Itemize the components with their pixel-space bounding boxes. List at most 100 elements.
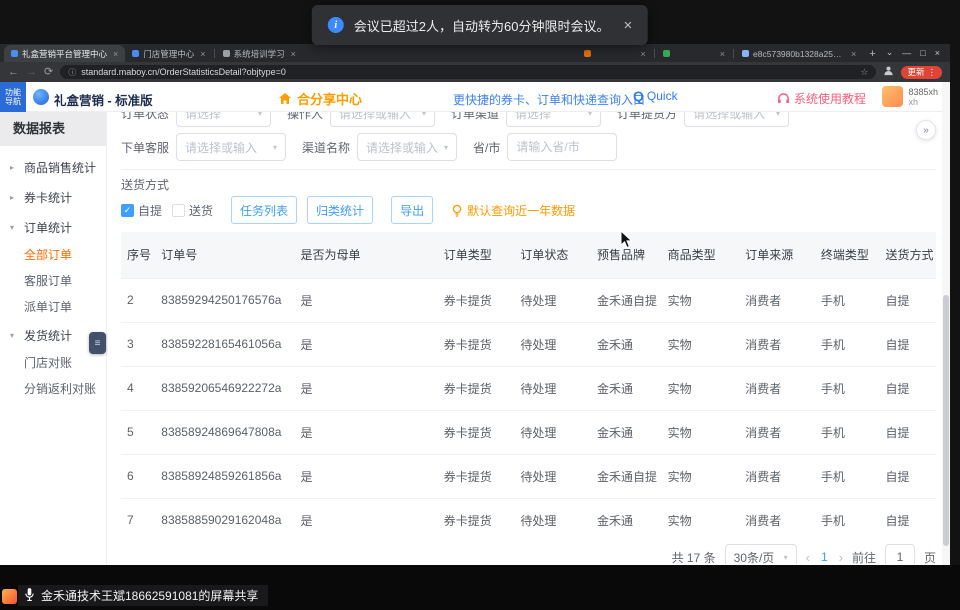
sidebar-item-product-sales[interactable]: ▸ 商品销售统计 <box>0 152 106 182</box>
self-pickup-option[interactable]: ✓ 自提 <box>121 202 162 219</box>
cell-brand: 金禾通 <box>591 498 662 528</box>
sidebar-item-rebate-reconcile[interactable]: 分销返利对账 <box>0 376 106 402</box>
cell-product_type[interactable]: 实物 <box>662 278 740 322</box>
cell-terminal: 手机 <box>815 454 880 498</box>
browser-tab[interactable]: 门店管理中心 × <box>125 45 212 62</box>
export-button[interactable]: 导出 <box>391 196 433 224</box>
sidebar-collapse-handle[interactable]: ≡ <box>89 332 106 354</box>
channel-name-select[interactable]: 请选择或输入 ▾ <box>357 133 457 161</box>
browser-tab[interactable]: 系统培训学习 × <box>216 45 303 62</box>
back-icon[interactable]: ← <box>8 67 19 78</box>
browser-tab[interactable]: × <box>656 45 732 62</box>
cell-order_no: 83859294250176576a <box>155 278 294 322</box>
current-page[interactable]: 1 <box>819 550 830 564</box>
filter-label: 订单渠道 <box>451 112 499 122</box>
cell-product_type[interactable]: 实物 <box>662 322 740 366</box>
table-row: 283859294250176576a是券卡提货待处理金禾通自提实物消费者手机自… <box>121 278 936 322</box>
profile-icon[interactable] <box>883 63 894 81</box>
order-pickup-select[interactable]: 请选择或输入 ▾ <box>684 112 789 127</box>
cell-is_parent: 是 <box>294 366 437 410</box>
sidebar-item-card-stats[interactable]: ▸ 券卡统计 <box>0 182 106 212</box>
cell-product_type[interactable]: 实物 <box>662 410 740 454</box>
column-header: 订单类型 <box>438 232 515 278</box>
microphone-icon[interactable] <box>24 587 35 605</box>
window-maximize-button[interactable]: □ <box>920 48 925 58</box>
operator-select[interactable]: 请选择或输入 ▾ <box>330 112 435 127</box>
cell-order_type: 券卡提货 <box>438 322 515 366</box>
share-text: 金禾通技术王斌18662591081的屏幕共享 <box>41 587 258 604</box>
tab-close-icon[interactable]: × <box>851 49 856 59</box>
forward-icon[interactable]: → <box>26 67 37 78</box>
tab-close-icon[interactable]: × <box>291 49 296 59</box>
next-page-button[interactable]: › <box>839 550 843 565</box>
cell-brand: 金禾通 <box>591 322 662 366</box>
checkbox-self-pickup[interactable]: ✓ <box>121 204 134 217</box>
sidebar-item-all-orders[interactable]: 全部订单 <box>0 242 106 268</box>
page-size-value: 30条/页 <box>734 549 775 565</box>
order-agent-select[interactable]: 请选择或输入 ▾ <box>176 133 286 161</box>
web-page: 功能 导航 礼盒营销 - 标准版 合分享中心 更快捷的券卡、订单和快递查询入口 … <box>0 82 950 565</box>
chevron-down-icon: ▾ <box>776 112 780 118</box>
tab-close-icon[interactable]: × <box>641 49 646 59</box>
lightbulb-icon <box>451 204 463 217</box>
browser-tab[interactable]: e8c573980b1328a258fd2e6 × <box>735 45 863 62</box>
tip-text: 默认查询近一年数据 <box>467 202 575 219</box>
share-center-link[interactable]: 合分享中心 <box>278 89 362 108</box>
toast-close-icon[interactable]: × <box>623 17 632 34</box>
quick-entry-link[interactable]: 更快捷的券卡、订单和快递查询入口 <box>453 91 645 108</box>
checkbox-delivery[interactable] <box>172 204 185 217</box>
tutorial-link[interactable]: 系统使用教程 <box>777 90 866 107</box>
tab-search-icon[interactable]: ⌄ <box>886 47 894 58</box>
prev-page-button[interactable]: ‹ <box>806 550 810 565</box>
meeting-toast: i 会议已超过2人，自动转为60分钟限时会议。 × <box>312 5 648 45</box>
function-nav-tab[interactable]: 功能 导航 <box>0 82 26 112</box>
filter-label: 渠道名称 <box>302 139 350 156</box>
collapse-filters-button[interactable]: » <box>916 120 936 140</box>
page-scrollbar[interactable] <box>942 82 950 565</box>
window-close-button[interactable]: × <box>935 48 940 58</box>
brand-title: 礼盒营销 - 标准版 <box>54 90 153 109</box>
app-taskbar-icon[interactable] <box>2 589 17 604</box>
select-placeholder: 请选择或输入 <box>185 139 257 156</box>
cell-product_type[interactable]: 实物 <box>662 454 740 498</box>
browser-tab-bar: 礼盒营销平台管理中心 × 门店管理中心 × 系统培训学习 × × × <box>0 44 950 62</box>
browser-tab-active[interactable]: 礼盒营销平台管理中心 × <box>4 45 125 62</box>
tab-close-icon[interactable]: × <box>720 49 725 59</box>
more-menu-icon[interactable]: ⋮ <box>928 67 937 78</box>
cell-status: 待处理 <box>514 454 591 498</box>
tab-close-icon[interactable]: × <box>200 49 205 59</box>
sidebar-item-order-stats[interactable]: ▾ 订单统计 <box>0 212 106 242</box>
bookmark-icon[interactable]: ☆ <box>860 67 868 78</box>
mouse-cursor <box>620 230 633 254</box>
window-minimize-button[interactable]: — <box>902 48 911 58</box>
order-channel-select[interactable]: 请选择 ▾ <box>506 112 601 127</box>
sidebar-item-service-orders[interactable]: 客服订单 <box>0 268 106 294</box>
tab-favicon <box>584 50 591 57</box>
main-content: 订单状态 请选择 ▾ 操作人 请选择或输入 ▾ <box>107 112 950 564</box>
province-city-input[interactable] <box>507 133 617 161</box>
sidebar-item-dispatch-orders[interactable]: 派单订单 <box>0 294 106 320</box>
page-size-select[interactable]: 30条/页 ▾ <box>725 544 797 564</box>
goto-page-input[interactable] <box>885 544 915 564</box>
sidebar-item-store-reconcile[interactable]: 门店对账 <box>0 350 106 376</box>
avatar[interactable] <box>882 86 903 107</box>
task-list-button[interactable]: 任务列表 <box>231 196 297 224</box>
cell-product_type[interactable]: 实物 <box>662 366 740 410</box>
update-button[interactable]: 更新 ⋮ <box>901 66 942 79</box>
scrollbar-thumb[interactable] <box>943 295 949 546</box>
group-stats-button[interactable]: 归类统计 <box>307 196 373 224</box>
cell-product_type[interactable]: 实物 <box>662 498 740 528</box>
browser-tab[interactable]: × <box>577 45 653 62</box>
url-input[interactable]: ⓘ standard.maboy.cn/OrderStatisticsDetai… <box>60 65 876 79</box>
select-placeholder: 请选择或输入 <box>366 139 438 156</box>
quick-search[interactable]: Q Quick <box>633 88 678 104</box>
tab-close-icon[interactable]: × <box>113 49 118 59</box>
delivery-option[interactable]: 送货 <box>172 202 213 219</box>
user-menu[interactable]: 8385xh xh <box>882 86 938 107</box>
new-tab-button[interactable]: + <box>869 48 875 60</box>
cell-delivery: 自提 <box>879 498 936 528</box>
table-body: 283859294250176576a是券卡提货待处理金禾通自提实物消费者手机自… <box>121 278 936 528</box>
site-info-icon[interactable]: ⓘ <box>68 67 76 78</box>
order-status-select[interactable]: 请选择 ▾ <box>176 112 271 127</box>
reload-icon[interactable]: ⟳ <box>44 67 53 78</box>
